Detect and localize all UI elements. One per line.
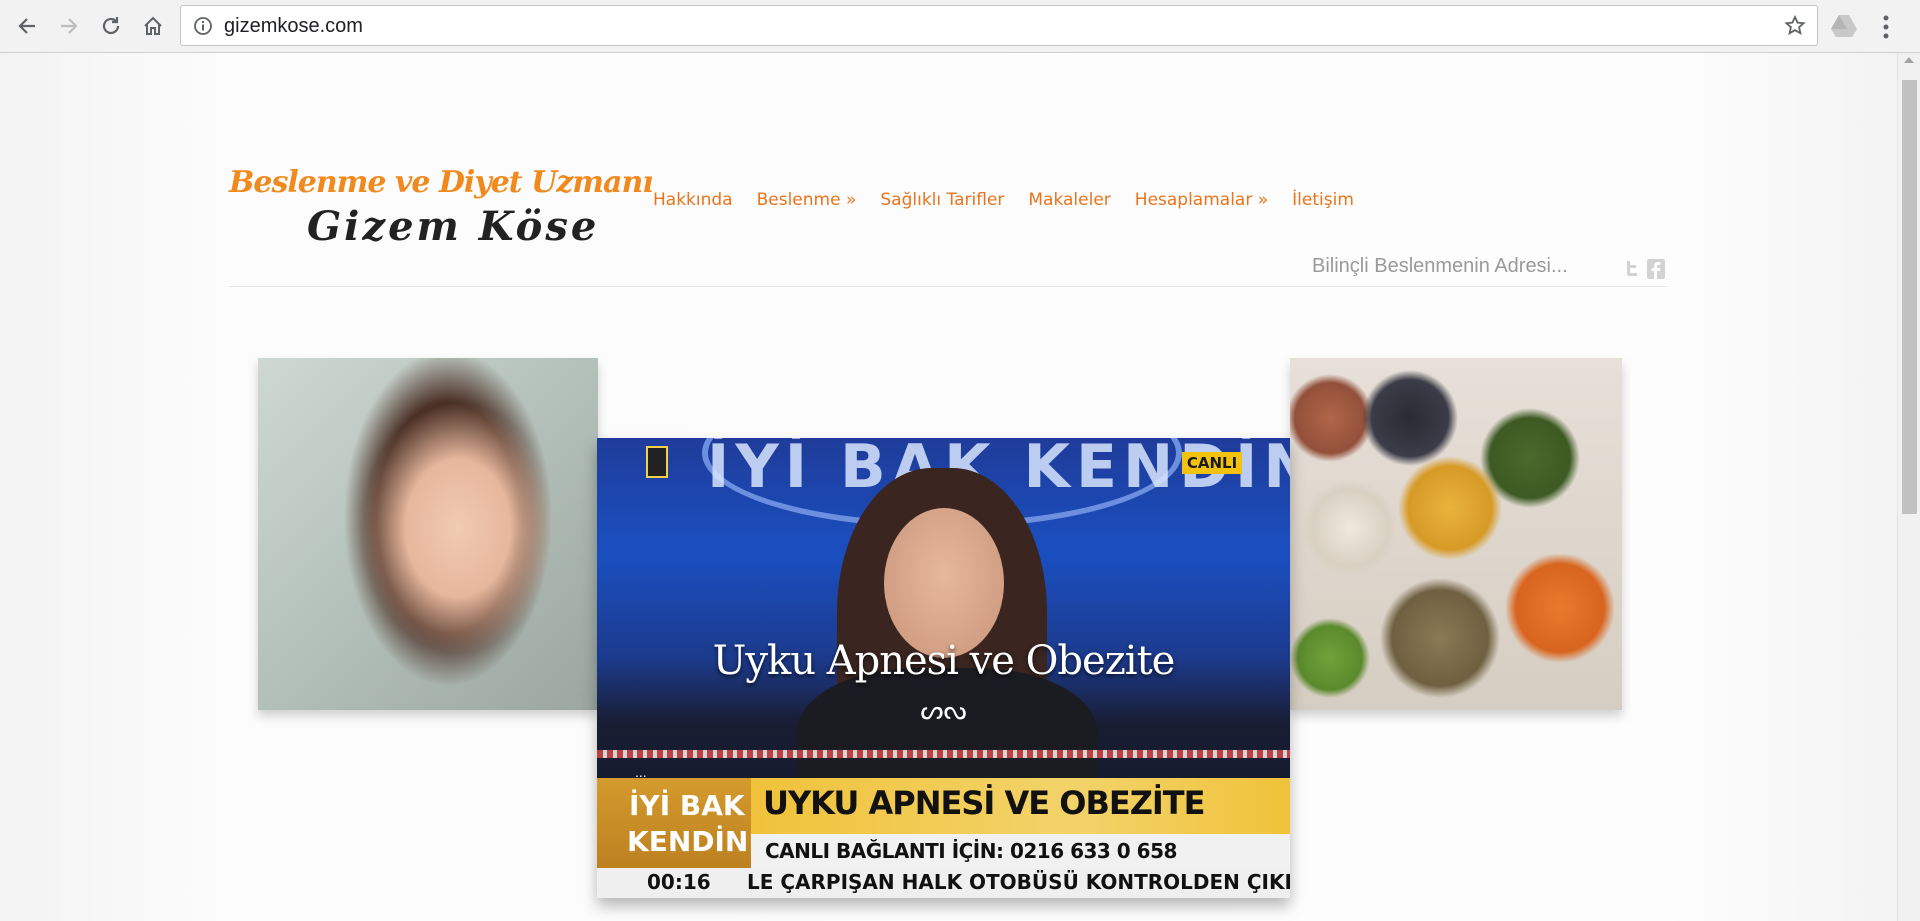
site-logo[interactable]: Beslenme ve Diyet Uzmanı Gizem Köse: [229, 165, 654, 255]
caption-ornament-icon: ᔕᔓ: [920, 696, 967, 726]
menu-item-makaleler[interactable]: Makaleler: [1028, 190, 1110, 210]
slide-thumbnail-right[interactable]: [1290, 358, 1622, 710]
site-tagline: Bilinçli Beslenmenin Adresi...: [1312, 255, 1568, 277]
main-menu: Hakkında Beslenme » Sağlıklı Tarifler Ma…: [653, 190, 1378, 210]
tv-lower-third: İYİ BAK KENDİNE UYKU APNESİ VE OBEZİTE C…: [597, 778, 1290, 898]
back-icon: [18, 18, 35, 34]
menu-item-saglikli-tarifler[interactable]: Sağlıklı Tarifler: [880, 190, 1004, 210]
slide-caption[interactable]: Uyku Apnesi ve Obezite: [597, 638, 1290, 684]
menu-item-iletisim[interactable]: İletişim: [1292, 190, 1354, 210]
home-button[interactable]: [136, 9, 170, 43]
address-bar[interactable]: gizemkose.com: [180, 5, 1818, 46]
tv-show-brand-line2: KENDİNE: [627, 825, 768, 858]
home-icon: [144, 16, 162, 35]
info-icon[interactable]: [193, 16, 213, 36]
tv-headline-bar: UYKU APNESİ VE OBEZİTE: [751, 778, 1290, 834]
tv-ticker-text: LE ÇARPIŞAN HALK OTOBÜSÜ KONTROLDEN ÇIKI…: [747, 870, 1290, 894]
tv-phone-bar: CANLI BAĞLANTI İÇİN: 0216 633 0 658: [751, 834, 1290, 868]
reload-icon: [102, 17, 120, 35]
tv-headline: UYKU APNESİ VE OBEZİTE: [763, 784, 1205, 822]
menu-icon[interactable]: [1882, 14, 1890, 40]
twitter-icon[interactable]: [1623, 259, 1641, 279]
star-icon[interactable]: [1783, 14, 1807, 38]
slide-featured[interactable]: İYİ BAK KENDİNE CANLI Uyku Apnesi ve Obe…: [597, 438, 1290, 898]
logo-subtitle: Beslenme ve Diyet Uzmanı: [229, 165, 654, 200]
url-text[interactable]: gizemkose.com: [224, 15, 363, 38]
slide-thumbnail-left[interactable]: [258, 358, 598, 710]
menu-item-hakkinda[interactable]: Hakkında: [653, 190, 733, 210]
browser-toolbar: gizemkose.com: [0, 0, 1920, 53]
tv-ticker-bar: 00:16 LE ÇARPIŞAN HALK OTOBÜSÜ KONTROLDE…: [597, 868, 1290, 898]
tv-show-brand-line1: İYİ BAK: [629, 789, 745, 822]
wave-divider: [597, 750, 1290, 758]
tv-channel-logo: [646, 446, 668, 478]
presenter-face: [884, 508, 1004, 658]
menu-item-hesaplamalar[interactable]: Hesaplamalar »: [1135, 190, 1268, 210]
menu-item-beslenme[interactable]: Beslenme »: [757, 190, 857, 210]
forward-icon: [61, 18, 78, 34]
logo-name: Gizem Köse: [307, 203, 600, 250]
forward-button[interactable]: [52, 9, 86, 43]
page-viewport: Beslenme ve Diyet Uzmanı Gizem Köse Hakk…: [0, 53, 1897, 921]
facebook-icon[interactable]: [1647, 259, 1665, 279]
tv-live-badge: CANLI: [1182, 452, 1242, 474]
header-divider: [229, 286, 1667, 287]
reload-button[interactable]: [94, 9, 128, 43]
vertical-scrollbar[interactable]: [1897, 53, 1920, 921]
tv-clock: 00:16: [647, 870, 711, 894]
back-button[interactable]: [10, 9, 44, 43]
scroll-thumb[interactable]: [1902, 80, 1917, 514]
tv-phone-text: CANLI BAĞLANTI İÇİN: 0216 633 0 658: [765, 839, 1177, 863]
scroll-up-arrow-icon[interactable]: [1904, 57, 1914, 63]
drive-icon[interactable]: [1830, 13, 1858, 39]
